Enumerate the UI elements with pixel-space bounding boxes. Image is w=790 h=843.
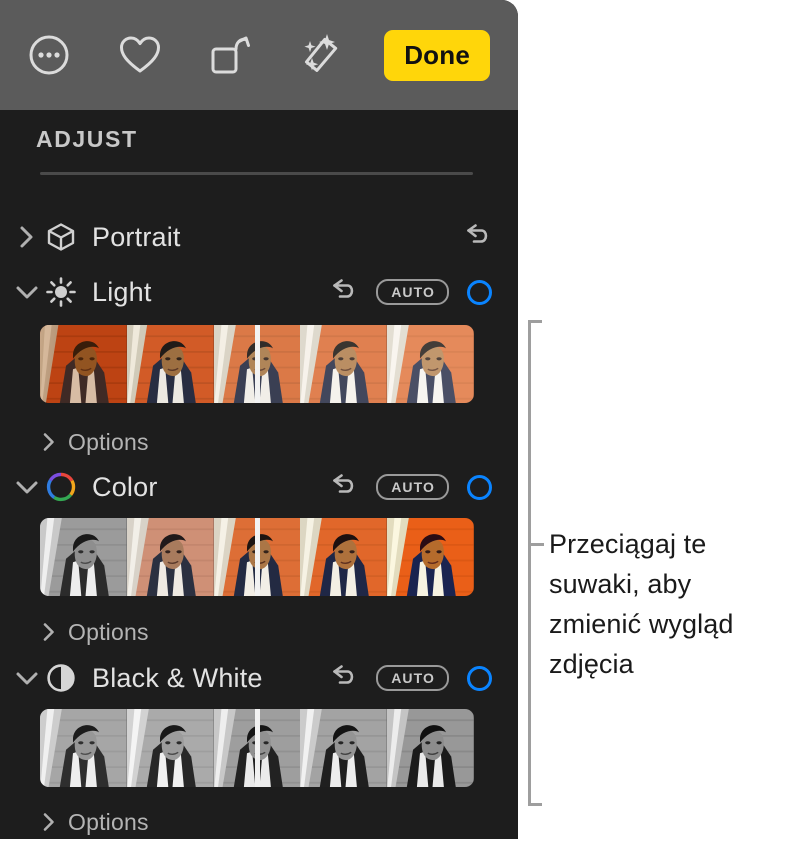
auto-button-black-and-white[interactable]: AUTO — [376, 665, 449, 691]
slider-thumbnail[interactable] — [213, 325, 301, 403]
adjust-label-portrait: Portrait — [92, 221, 181, 252]
slider-thumbnail[interactable] — [300, 709, 388, 787]
editor-toolbar: Done — [0, 0, 518, 110]
slider-thumbnail[interactable] — [126, 709, 214, 787]
slider-thumbnail[interactable] — [300, 325, 388, 403]
slider-playhead[interactable] — [254, 709, 260, 787]
half-circle-icon — [44, 661, 78, 695]
reset-arrow-icon — [328, 277, 358, 308]
slider-thumbnail[interactable] — [40, 518, 127, 596]
rotate-square-icon — [208, 33, 252, 77]
page-title: ADJUST — [36, 126, 138, 152]
done-button[interactable]: Done — [384, 29, 490, 81]
chevron-down-icon[interactable] — [12, 479, 42, 495]
auto-button-light[interactable]: AUTO — [376, 279, 449, 305]
slider-thumbnail[interactable] — [213, 709, 301, 787]
chevron-right-icon[interactable] — [42, 812, 56, 832]
options-row-light[interactable]: Options — [0, 425, 518, 459]
slider-playhead[interactable] — [254, 518, 260, 596]
auto-button-color[interactable]: AUTO — [376, 474, 449, 500]
slider-strip-black-and-white[interactable] — [40, 709, 474, 787]
chevron-down-icon[interactable] — [12, 284, 42, 300]
toggle-button-black-and-white[interactable] — [467, 665, 492, 691]
photo-edit-panel: Done ADJUST Portrait Light AUTO Options … — [0, 0, 518, 839]
magic-wand-sparkles-icon — [298, 32, 344, 78]
options-row-color[interactable]: Options — [0, 615, 518, 649]
auto-button-label: AUTO — [376, 665, 449, 691]
options-label: Options — [68, 428, 149, 455]
heart-icon — [118, 34, 162, 76]
toggle-button-color[interactable] — [467, 474, 492, 500]
rotate-button[interactable] — [203, 27, 258, 83]
auto-button-label: AUTO — [376, 279, 449, 305]
options-row-black-and-white[interactable]: Options — [0, 805, 518, 839]
reset-button-color[interactable] — [328, 472, 358, 503]
reset-button-black-and-white[interactable] — [328, 663, 358, 694]
color-wheel-icon — [44, 470, 78, 504]
toggle-ring-icon — [467, 474, 492, 500]
options-label: Options — [68, 808, 149, 835]
reset-button-portrait[interactable] — [462, 222, 492, 253]
slider-thumbnail[interactable] — [387, 325, 474, 403]
reset-arrow-icon — [462, 222, 492, 253]
chevron-right-icon[interactable] — [12, 225, 42, 249]
adjust-row-light[interactable]: Light AUTO — [0, 270, 518, 314]
callout-bracket — [528, 320, 542, 806]
auto-button-label: AUTO — [376, 474, 449, 500]
callout-text: Przeciągaj te suwaki, aby zmienić wygląd… — [549, 529, 734, 679]
cube-icon — [44, 220, 78, 254]
slider-thumbnail[interactable] — [126, 325, 214, 403]
slider-strip-light[interactable] — [40, 325, 474, 403]
adjust-row-color[interactable]: Color AUTO — [0, 465, 518, 509]
adjust-label-color: Color — [92, 471, 158, 502]
reset-button-light[interactable] — [328, 277, 358, 308]
slider-thumbnail[interactable] — [213, 518, 301, 596]
toggle-ring-icon — [467, 665, 492, 691]
screenshot-root: Done ADJUST Portrait Light AUTO Options … — [0, 0, 790, 843]
reset-arrow-icon — [328, 472, 358, 503]
adjust-label-black-and-white: Black & White — [92, 662, 263, 693]
slider-playhead[interactable] — [254, 325, 260, 403]
slider-thumbnail[interactable] — [126, 518, 214, 596]
adjust-label-light: Light — [92, 276, 152, 307]
options-label: Options — [68, 618, 149, 645]
auto-enhance-button[interactable] — [294, 27, 349, 83]
ellipsis-circle-icon — [28, 34, 70, 76]
title-divider — [40, 172, 473, 175]
favorite-button[interactable] — [113, 27, 168, 83]
callout-tick — [528, 543, 544, 546]
slider-thumbnail[interactable] — [40, 325, 127, 403]
slider-thumbnail[interactable] — [40, 709, 127, 787]
sun-icon — [44, 275, 78, 309]
slider-thumbnail[interactable] — [387, 518, 474, 596]
adjust-panel-body: ADJUST Portrait Light AUTO Options Color… — [0, 110, 518, 839]
toggle-ring-icon — [467, 279, 492, 305]
chevron-right-icon[interactable] — [42, 432, 56, 452]
adjust-row-portrait[interactable]: Portrait — [0, 215, 518, 259]
toggle-button-light[interactable] — [467, 279, 492, 305]
more-options-button[interactable] — [22, 27, 77, 83]
slider-thumbnail[interactable] — [300, 518, 388, 596]
chevron-right-icon[interactable] — [42, 622, 56, 642]
reset-arrow-icon — [328, 663, 358, 694]
chevron-down-icon[interactable] — [12, 670, 42, 686]
slider-thumbnail[interactable] — [387, 709, 474, 787]
adjust-row-black-and-white[interactable]: Black & White AUTO — [0, 656, 518, 700]
slider-strip-color[interactable] — [40, 518, 474, 596]
